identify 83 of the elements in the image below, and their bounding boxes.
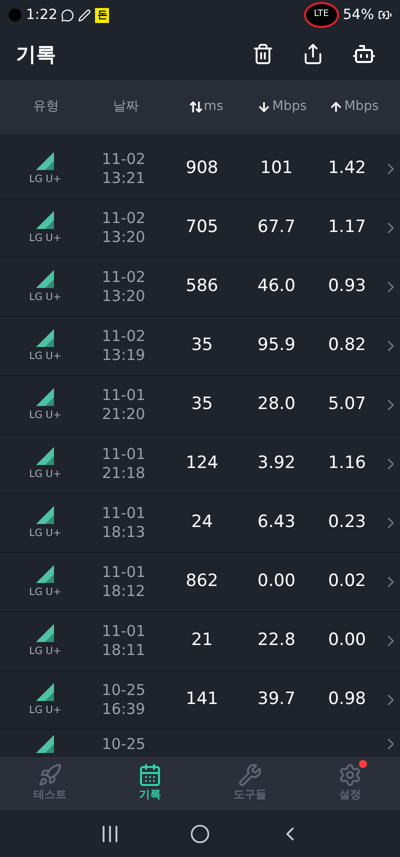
date-text: 11-01 [102,386,146,405]
download-value: 22.8 [258,629,296,652]
download-value: 6.43 [258,511,296,534]
upload-value: 1.42 [328,157,366,180]
nav-tab[interactable]: 기록 [100,757,200,810]
column-label: ms [204,98,224,116]
date-text: 11-02 [102,327,146,346]
column-label: 날짜 [113,98,139,116]
download-value: 39.7 [258,688,296,712]
result-row[interactable]: LG U+ 11-02 13:21 908 101 1.42 [0,140,400,199]
upload-value: 1.16 [328,452,366,476]
carrier-label: LG U+ [29,526,62,540]
time-text: 16:39 [102,700,146,719]
date-text: 10-25 [102,735,146,754]
carrier-label: LG U+ [29,290,62,304]
column-label: Mbps [344,98,379,116]
date-text: 11-01 [102,504,146,523]
ping-value: 21 [191,629,213,652]
ping-value: 35 [191,334,213,358]
date-text: 11-01 [102,563,146,582]
upload-value: 0.23 [328,511,366,534]
date-text: 11-01 [102,445,146,464]
date-text: 11-02 [102,209,146,228]
upload-value: 0.98 [328,688,366,712]
network-indicator: LTE [304,2,339,28]
result-row[interactable]: LG U+ 11-01 21:18 124 3.92 1.16 [0,435,400,494]
time-text: 18:12 [102,582,146,601]
time-text: 13:20 [102,287,146,306]
upload-value: 0.82 [328,334,366,358]
upload-value: 0.93 [328,275,366,298]
page-title: 기록 [16,41,57,68]
carrier-label: LG U+ [29,468,62,482]
result-row[interactable]: LG U+ 11-01 21:20 35 28.0 5.07 [0,376,400,435]
result-row[interactable]: LG U+ 11-02 13:19 35 95.9 0.82 [0,317,400,376]
download-value: 0.00 [258,570,296,594]
time-text: 21:18 [102,464,146,483]
upload-value: 1.17 [328,216,366,240]
download-value: 28.0 [258,393,296,416]
time-text: 21:20 [102,405,146,424]
carrier-label: LG U+ [29,644,62,658]
download-value: 3.92 [258,452,296,476]
upload-value: 0.02 [328,570,366,594]
download-value: 101 [260,157,293,180]
time-text: 18:11 [102,641,146,660]
time-text: 13:20 [102,228,146,247]
carrier-label: LG U+ [29,586,62,600]
time-text: 18:13 [102,523,146,542]
result-row[interactable]: LG U+ 11-01 18:13 24 6.43 0.23 [0,494,400,553]
ping-value: 908 [186,157,218,180]
carrier-label: LG U+ [29,232,62,246]
app-badge: 돈 [95,8,110,22]
ping-value: 124 [186,452,218,476]
date-text: 11-02 [102,268,146,287]
date-text: 10-25 [102,681,146,700]
result-row[interactable]: 10-25 [0,730,400,757]
battery-percent: 54% [342,6,374,24]
result-row[interactable]: LG U+ 10-25 16:39 141 39.7 0.98 [0,671,400,730]
result-row[interactable]: LG U+ 11-02 13:20 586 46.0 0.93 [0,258,400,317]
carrier-label: LG U+ [29,350,62,364]
time-text: 13:19 [102,346,146,365]
date-text: 11-01 [102,622,146,641]
ping-value: 35 [191,393,213,416]
carrier-label: LG U+ [29,408,62,422]
carrier-label: LG U+ [29,172,62,186]
result-row[interactable]: LG U+ 11-01 18:12 862 0.00 0.02 [0,553,400,612]
date-text: 11-02 [102,150,146,169]
column-label: Mbps [272,98,307,116]
download-value: 46.0 [258,275,296,298]
result-row[interactable]: LG U+ 11-01 18:11 21 22.8 0.00 [0,612,400,671]
download-value: 95.9 [258,334,296,358]
upload-value: 0.00 [328,629,366,652]
carrier-label: LG U+ [29,704,62,718]
ping-value: 586 [186,275,218,298]
clock: 1:22 [26,6,58,24]
ping-value: 705 [186,216,218,240]
upload-value: 5.07 [328,393,366,416]
ping-value: 141 [186,688,218,712]
result-row[interactable]: LG U+ 11-02 13:20 705 67.7 1.17 [0,199,400,258]
download-value: 67.7 [258,216,296,240]
ping-value: 862 [186,570,218,594]
column-label: 유형 [33,98,59,116]
time-text: 13:21 [102,169,146,188]
ping-value: 24 [191,511,213,534]
